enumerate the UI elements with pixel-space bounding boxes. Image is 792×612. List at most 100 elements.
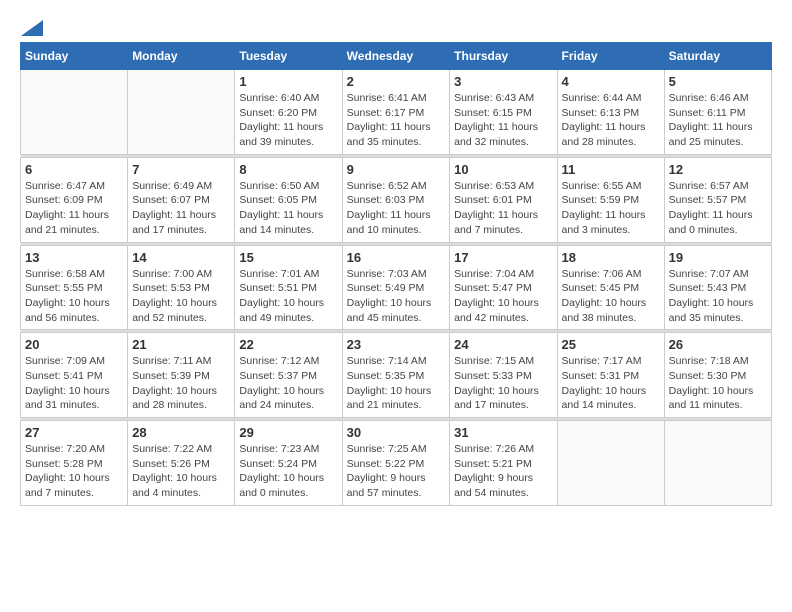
day-info: Sunrise: 7:04 AM Sunset: 5:47 PM Dayligh… [454, 267, 552, 326]
day-info: Sunrise: 6:58 AM Sunset: 5:55 PM Dayligh… [25, 267, 123, 326]
weekday-header-wednesday: Wednesday [342, 43, 450, 70]
day-info: Sunrise: 7:15 AM Sunset: 5:33 PM Dayligh… [454, 354, 552, 413]
day-info: Sunrise: 7:12 AM Sunset: 5:37 PM Dayligh… [239, 354, 337, 413]
logo [20, 20, 44, 32]
day-info: Sunrise: 7:17 AM Sunset: 5:31 PM Dayligh… [562, 354, 660, 413]
calendar-cell: 26 Sunrise: 7:18 AM Sunset: 5:30 PM Dayli… [664, 333, 771, 418]
day-number: 18 [562, 250, 660, 265]
calendar-cell: 31 Sunrise: 7:26 AM Sunset: 5:21 PM Dayli… [450, 421, 557, 506]
day-number: 1 [239, 74, 337, 89]
calendar-cell: 1 Sunrise: 6:40 AM Sunset: 6:20 PM Daylig… [235, 70, 342, 155]
day-number: 14 [132, 250, 230, 265]
day-info: Sunrise: 7:07 AM Sunset: 5:43 PM Dayligh… [669, 267, 767, 326]
calendar-week-2: 6 Sunrise: 6:47 AM Sunset: 6:09 PM Daylig… [21, 157, 772, 242]
day-info: Sunrise: 7:25 AM Sunset: 5:22 PM Dayligh… [347, 442, 446, 501]
day-info: Sunrise: 7:20 AM Sunset: 5:28 PM Dayligh… [25, 442, 123, 501]
day-info: Sunrise: 6:57 AM Sunset: 5:57 PM Dayligh… [669, 179, 767, 238]
calendar-table: SundayMondayTuesdayWednesdayThursdayFrid… [20, 42, 772, 506]
day-number: 2 [347, 74, 446, 89]
day-info: Sunrise: 6:44 AM Sunset: 6:13 PM Dayligh… [562, 91, 660, 150]
day-info: Sunrise: 7:09 AM Sunset: 5:41 PM Dayligh… [25, 354, 123, 413]
day-number: 25 [562, 337, 660, 352]
day-info: Sunrise: 6:46 AM Sunset: 6:11 PM Dayligh… [669, 91, 767, 150]
calendar-cell: 18 Sunrise: 7:06 AM Sunset: 5:45 PM Dayli… [557, 245, 664, 330]
weekday-header-tuesday: Tuesday [235, 43, 342, 70]
calendar-cell: 30 Sunrise: 7:25 AM Sunset: 5:22 PM Dayli… [342, 421, 450, 506]
calendar-cell [128, 70, 235, 155]
calendar-cell: 12Sunrise: 6:57 AM Sunset: 5:57 PM Dayli… [664, 157, 771, 242]
calendar-week-1: 1 Sunrise: 6:40 AM Sunset: 6:20 PM Daylig… [21, 70, 772, 155]
calendar-cell: 16 Sunrise: 7:03 AM Sunset: 5:49 PM Dayli… [342, 245, 450, 330]
day-number: 24 [454, 337, 552, 352]
day-number: 11 [562, 162, 660, 177]
day-info: Sunrise: 7:03 AM Sunset: 5:49 PM Dayligh… [347, 267, 446, 326]
day-number: 9 [347, 162, 446, 177]
day-info: Sunrise: 7:14 AM Sunset: 5:35 PM Dayligh… [347, 354, 446, 413]
weekday-header-sunday: Sunday [21, 43, 128, 70]
day-number: 19 [669, 250, 767, 265]
calendar-cell: 22 Sunrise: 7:12 AM Sunset: 5:37 PM Dayli… [235, 333, 342, 418]
day-info: Sunrise: 6:40 AM Sunset: 6:20 PM Dayligh… [239, 91, 337, 150]
calendar-week-5: 27Sunrise: 7:20 AM Sunset: 5:28 PM Dayli… [21, 421, 772, 506]
calendar-cell: 15 Sunrise: 7:01 AM Sunset: 5:51 PM Dayli… [235, 245, 342, 330]
day-info: Sunrise: 6:41 AM Sunset: 6:17 PM Dayligh… [347, 91, 446, 150]
calendar-cell: 10 Sunrise: 6:53 AM Sunset: 6:01 PM Dayli… [450, 157, 557, 242]
calendar-cell: 27Sunrise: 7:20 AM Sunset: 5:28 PM Dayli… [21, 421, 128, 506]
day-number: 15 [239, 250, 337, 265]
day-number: 8 [239, 162, 337, 177]
calendar-cell: 7 Sunrise: 6:49 AM Sunset: 6:07 PM Daylig… [128, 157, 235, 242]
weekday-header-row: SundayMondayTuesdayWednesdayThursdayFrid… [21, 43, 772, 70]
calendar-cell: 25 Sunrise: 7:17 AM Sunset: 5:31 PM Dayli… [557, 333, 664, 418]
day-number: 7 [132, 162, 230, 177]
calendar-cell: 19 Sunrise: 7:07 AM Sunset: 5:43 PM Dayli… [664, 245, 771, 330]
calendar-cell: 13 Sunrise: 6:58 AM Sunset: 5:55 PM Dayli… [21, 245, 128, 330]
day-number: 10 [454, 162, 552, 177]
day-number: 3 [454, 74, 552, 89]
calendar-cell: 9 Sunrise: 6:52 AM Sunset: 6:03 PM Daylig… [342, 157, 450, 242]
calendar-cell: 2 Sunrise: 6:41 AM Sunset: 6:17 PM Daylig… [342, 70, 450, 155]
day-number: 17 [454, 250, 552, 265]
calendar-cell: 23 Sunrise: 7:14 AM Sunset: 5:35 PM Dayli… [342, 333, 450, 418]
day-info: Sunrise: 7:06 AM Sunset: 5:45 PM Dayligh… [562, 267, 660, 326]
calendar-cell: 21 Sunrise: 7:11 AM Sunset: 5:39 PM Dayli… [128, 333, 235, 418]
day-info: Sunrise: 6:50 AM Sunset: 6:05 PM Dayligh… [239, 179, 337, 238]
day-info: Sunrise: 7:11 AM Sunset: 5:39 PM Dayligh… [132, 354, 230, 413]
calendar-cell: 24 Sunrise: 7:15 AM Sunset: 5:33 PM Dayli… [450, 333, 557, 418]
day-number: 31 [454, 425, 552, 440]
day-number: 28 [132, 425, 230, 440]
calendar-cell: 20 Sunrise: 7:09 AM Sunset: 5:41 PM Dayli… [21, 333, 128, 418]
day-number: 21 [132, 337, 230, 352]
calendar-cell: 8 Sunrise: 6:50 AM Sunset: 6:05 PM Daylig… [235, 157, 342, 242]
day-number: 5 [669, 74, 767, 89]
day-number: 13 [25, 250, 123, 265]
calendar-cell [664, 421, 771, 506]
day-info: Sunrise: 6:47 AM Sunset: 6:09 PM Dayligh… [25, 179, 123, 238]
day-number: 6 [25, 162, 123, 177]
calendar-week-3: 13 Sunrise: 6:58 AM Sunset: 5:55 PM Dayli… [21, 245, 772, 330]
day-info: Sunrise: 6:43 AM Sunset: 6:15 PM Dayligh… [454, 91, 552, 150]
day-number: 22 [239, 337, 337, 352]
day-info: Sunrise: 7:01 AM Sunset: 5:51 PM Dayligh… [239, 267, 337, 326]
logo-bird-icon [21, 20, 43, 36]
day-number: 26 [669, 337, 767, 352]
day-number: 23 [347, 337, 446, 352]
day-info: Sunrise: 7:26 AM Sunset: 5:21 PM Dayligh… [454, 442, 552, 501]
calendar-cell: 28 Sunrise: 7:22 AM Sunset: 5:26 PM Dayli… [128, 421, 235, 506]
day-number: 16 [347, 250, 446, 265]
day-number: 30 [347, 425, 446, 440]
day-info: Sunrise: 6:53 AM Sunset: 6:01 PM Dayligh… [454, 179, 552, 238]
weekday-header-monday: Monday [128, 43, 235, 70]
day-number: 20 [25, 337, 123, 352]
day-info: Sunrise: 7:18 AM Sunset: 5:30 PM Dayligh… [669, 354, 767, 413]
day-info: Sunrise: 6:52 AM Sunset: 6:03 PM Dayligh… [347, 179, 446, 238]
calendar-cell [21, 70, 128, 155]
calendar-cell: 29Sunrise: 7:23 AM Sunset: 5:24 PM Dayli… [235, 421, 342, 506]
day-info: Sunrise: 7:22 AM Sunset: 5:26 PM Dayligh… [132, 442, 230, 501]
day-info: Sunrise: 6:55 AM Sunset: 5:59 PM Dayligh… [562, 179, 660, 238]
calendar-cell: 5 Sunrise: 6:46 AM Sunset: 6:11 PM Daylig… [664, 70, 771, 155]
weekday-header-saturday: Saturday [664, 43, 771, 70]
weekday-header-friday: Friday [557, 43, 664, 70]
day-info: Sunrise: 6:49 AM Sunset: 6:07 PM Dayligh… [132, 179, 230, 238]
day-number: 29 [239, 425, 337, 440]
day-number: 4 [562, 74, 660, 89]
